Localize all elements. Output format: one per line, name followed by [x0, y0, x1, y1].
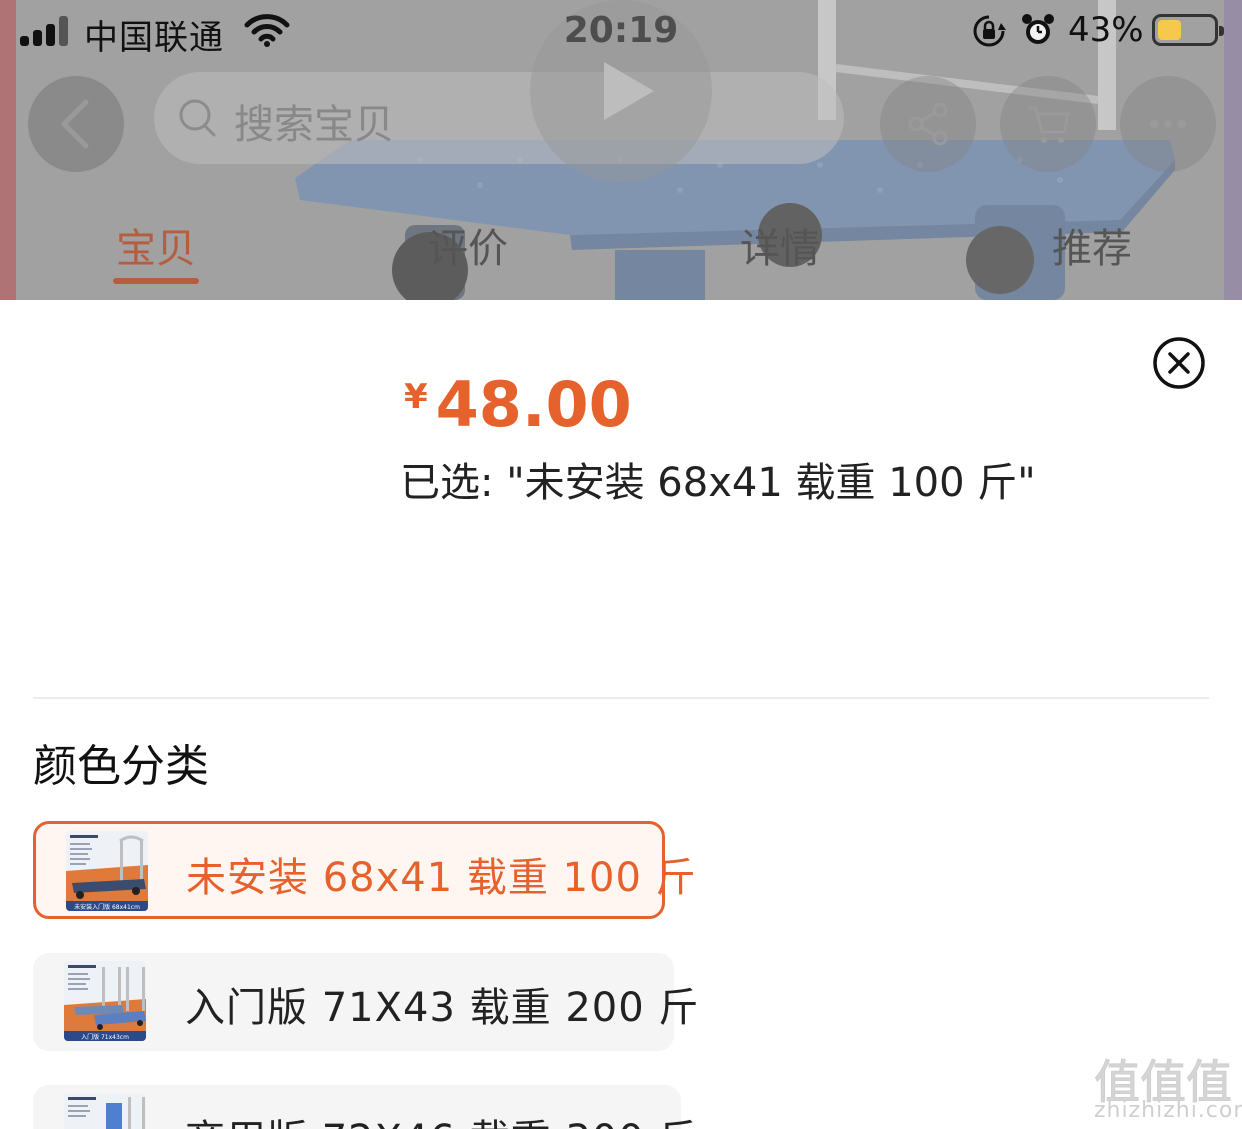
site-watermark: 值 值 值 zhizhizhi.com	[1094, 1046, 1242, 1126]
sku-option-label: 入门版 71X43 载重 200 斤	[185, 985, 700, 1031]
search-placeholder: 搜索宝贝	[234, 102, 394, 148]
currency-symbol: ¥	[404, 377, 428, 417]
page-tabs: 宝贝 评价 详情 推荐	[0, 216, 1242, 286]
more-button[interactable]	[1120, 76, 1216, 172]
thumb-caption: 入门版 71x43cm	[81, 1033, 129, 1041]
tab-xiangqing[interactable]: 详情	[680, 216, 880, 274]
more-icon	[1150, 120, 1186, 128]
sku-option[interactable]: 商用版 72X46 载重 300 斤	[33, 1085, 698, 1129]
back-icon	[61, 99, 89, 149]
sku-thumbnail	[64, 1093, 146, 1129]
selected-sku-text: 已选: "未安装 68x41 载重 100 斤"	[400, 460, 1036, 506]
price-amount: 48.00	[435, 368, 632, 441]
color-category-title: 颜色分类	[33, 741, 209, 792]
sku-price: ¥48.00	[404, 368, 632, 441]
close-icon[interactable]	[1152, 336, 1206, 390]
play-video-button[interactable]	[530, 0, 712, 182]
alarm-icon	[1022, 14, 1054, 44]
orientation-lock-icon	[973, 15, 1006, 47]
play-icon	[604, 62, 654, 120]
thumb-caption: 未安装入门版 68x41cm	[74, 903, 140, 911]
watermark-url: zhizhizhi.com	[1094, 1098, 1242, 1123]
share-icon	[908, 102, 948, 146]
divider	[33, 697, 1209, 699]
tab-pingjia[interactable]: 评价	[368, 216, 568, 274]
cart-button[interactable]	[1000, 76, 1096, 172]
sku-option-label: 未安装 68x41 载重 100 斤	[186, 855, 697, 901]
search-bar[interactable]: 搜索宝贝	[154, 72, 844, 164]
sku-option[interactable]: 入门版 71x43cm 入门版 71X43 载重 200 斤	[33, 953, 698, 1051]
battery-icon	[1152, 14, 1224, 46]
search-icon	[179, 99, 216, 137]
battery-percent: 43%	[1068, 10, 1144, 50]
share-button[interactable]	[880, 76, 976, 172]
tab-tuijian[interactable]: 推荐	[992, 216, 1192, 274]
cart-icon	[1028, 106, 1070, 143]
sku-thumbnail: 未安装入门版 68x41cm	[66, 831, 148, 911]
sku-option-selected[interactable]: 未安装入门版 68x41cm 未安装 68x41 载重 100 斤	[33, 821, 696, 919]
battery-level	[1158, 20, 1181, 40]
sku-thumbnail: 入门版 71x43cm	[64, 961, 146, 1041]
sku-option-label: 商用版 72X46 载重 300 斤	[185, 1107, 699, 1129]
tab-baobei[interactable]: 宝贝	[56, 216, 256, 274]
back-button[interactable]	[28, 76, 124, 172]
active-tab-indicator	[113, 278, 199, 284]
